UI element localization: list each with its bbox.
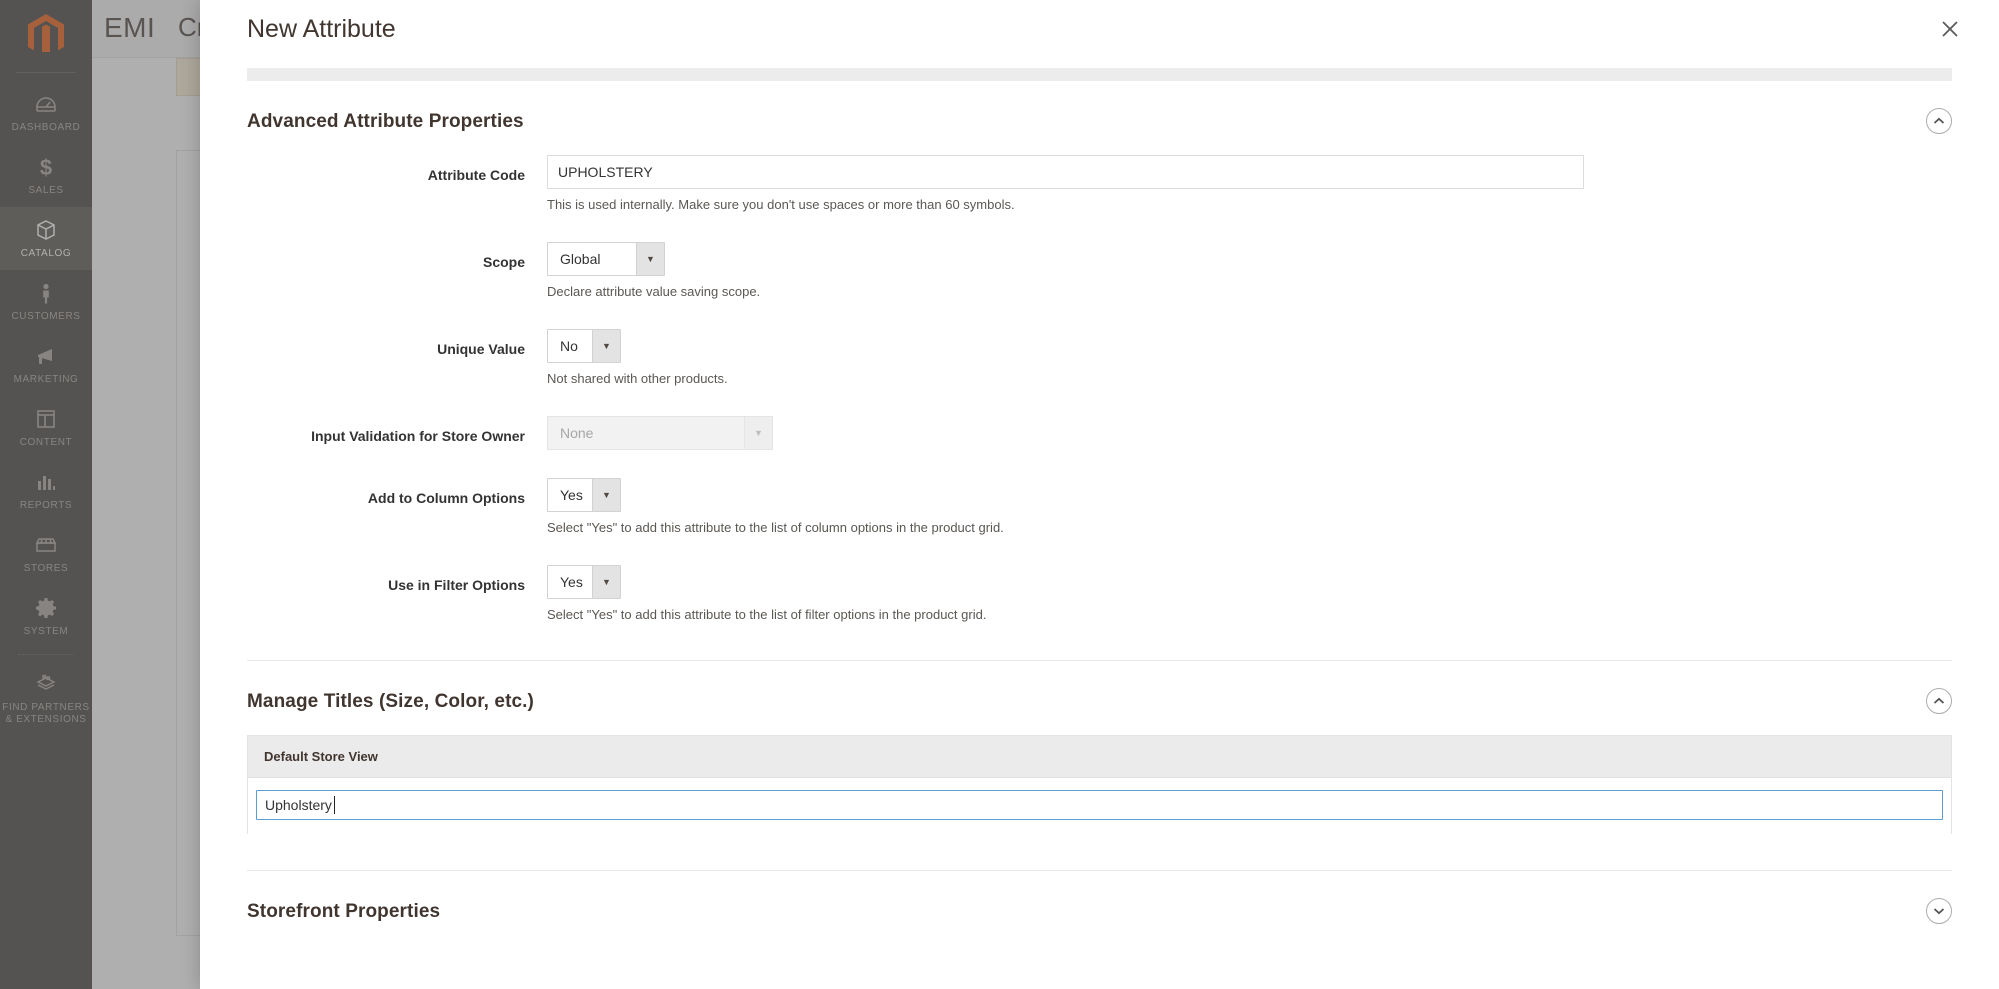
section-storefront-properties: Storefront Properties: [247, 870, 1952, 963]
field-label: Unique Value: [437, 341, 525, 357]
chevron-up-icon[interactable]: [1926, 688, 1952, 714]
scrolled-section-stub: [247, 68, 1952, 81]
use-in-filter-options-select[interactable]: Yes ▼: [547, 565, 621, 599]
chevron-down-icon[interactable]: [1926, 898, 1952, 924]
section-header-advanced[interactable]: Advanced Attribute Properties: [247, 81, 1952, 155]
section-header-storefront[interactable]: Storefront Properties: [247, 871, 1952, 963]
field-scope: Scope Global ▼ Declare attribute value s…: [247, 242, 1952, 301]
field-note: Select "Yes" to add this attribute to th…: [547, 607, 987, 622]
add-to-column-options-select[interactable]: Yes ▼: [547, 478, 621, 512]
field-label: Attribute Code: [427, 167, 525, 183]
text-cursor: [334, 796, 335, 814]
manage-titles-row: [248, 778, 1951, 834]
field-label: Add to Column Options: [367, 490, 525, 506]
attribute-code-input[interactable]: [547, 155, 1584, 189]
chevron-down-icon: ▼: [592, 479, 620, 511]
field-add-to-column-options: Add to Column Options Yes ▼ Select "Yes"…: [247, 478, 1952, 537]
unique-value-select[interactable]: No ▼: [547, 329, 621, 363]
section-title: Storefront Properties: [247, 901, 441, 922]
section-header-manage-titles[interactable]: Manage Titles (Size, Color, etc.): [247, 661, 1952, 735]
field-note: This is used internally. Make sure you d…: [547, 197, 1015, 212]
section-title: Advanced Attribute Properties: [247, 111, 524, 132]
manage-titles-table: Default Store View: [247, 735, 1952, 834]
input-validation-select-value: None: [548, 417, 744, 449]
modal-title: New Attribute: [247, 15, 396, 43]
field-note: Not shared with other products.: [547, 371, 728, 386]
field-note: Declare attribute value saving scope.: [547, 284, 761, 299]
chevron-down-icon: ▼: [744, 417, 772, 449]
new-attribute-modal: New Attribute Advanced Attribute Propert…: [200, 0, 1999, 989]
section-manage-titles: Manage Titles (Size, Color, etc.) Defaul…: [247, 660, 1952, 834]
default-store-view-title-input[interactable]: [256, 790, 1943, 820]
chevron-up-icon[interactable]: [1926, 108, 1952, 134]
chevron-down-icon: ▼: [636, 243, 664, 275]
modal-body: Advanced Attribute Properties Attribute …: [200, 68, 1999, 989]
field-label: Use in Filter Options: [388, 577, 525, 593]
scope-select-value: Global: [548, 243, 636, 275]
input-validation-select: None ▼: [547, 416, 773, 450]
scope-select[interactable]: Global ▼: [547, 242, 665, 276]
close-icon[interactable]: [1933, 12, 1967, 46]
field-unique-value: Unique Value No ▼ Not shared with other …: [247, 329, 1952, 388]
manage-titles-column-header: Default Store View: [248, 736, 1951, 778]
section-advanced-attribute-properties: Advanced Attribute Properties Attribute …: [247, 81, 1952, 624]
field-label: Input Validation for Store Owner: [311, 428, 525, 444]
section-title: Manage Titles (Size, Color, etc.): [247, 691, 534, 712]
field-attribute-code: Attribute Code This is used internally. …: [247, 155, 1952, 214]
field-note: Select "Yes" to add this attribute to th…: [547, 520, 1004, 535]
modal-header: New Attribute: [200, 0, 1999, 58]
use-in-filter-options-value: Yes: [548, 566, 592, 598]
field-label: Scope: [482, 254, 525, 270]
field-input-validation: Input Validation for Store Owner None ▼: [247, 416, 1952, 450]
unique-value-select-value: No: [548, 330, 592, 362]
add-to-column-options-value: Yes: [548, 479, 592, 511]
chevron-down-icon: ▼: [592, 566, 620, 598]
chevron-down-icon: ▼: [592, 330, 620, 362]
field-use-in-filter-options: Use in Filter Options Yes ▼ Select "Yes"…: [247, 565, 1952, 624]
